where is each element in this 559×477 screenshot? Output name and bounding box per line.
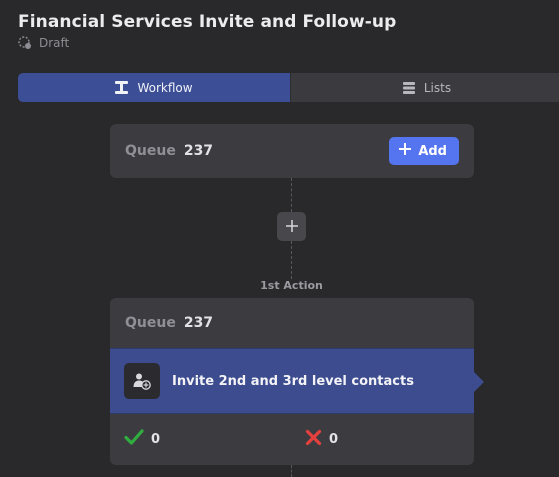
tab-workflow[interactable]: Workflow <box>18 73 290 102</box>
view-tabs: Workflow Lists <box>18 73 559 102</box>
plus-icon <box>285 217 298 236</box>
tab-workflow-label: Workflow <box>137 80 193 95</box>
checkmark-icon <box>124 429 144 449</box>
tab-lists[interactable]: Lists <box>290 73 559 102</box>
action-card: Queue 237 Invite 2nd and 3rd level conta… <box>110 298 484 465</box>
queue-row: Queue 237 Add <box>110 124 474 178</box>
action-step-label: 1st Action <box>220 279 363 292</box>
add-button[interactable]: Add <box>389 137 459 165</box>
page-title: Financial Services Invite and Follow-up <box>18 12 397 32</box>
action-results: 0 0 <box>110 414 474 464</box>
queue-count: 237 <box>183 143 214 159</box>
add-button-label: Add <box>418 143 447 159</box>
failure-count: 0 <box>329 431 339 447</box>
tab-lists-label: Lists <box>423 80 452 95</box>
plus-icon <box>399 143 412 159</box>
connector-line <box>291 465 292 477</box>
cross-icon <box>305 429 322 450</box>
insert-step-button[interactable] <box>277 212 306 241</box>
failure-result[interactable]: 0 <box>305 429 338 450</box>
connector-line <box>291 178 292 212</box>
connector-line <box>291 241 292 279</box>
person-add-icon <box>124 363 160 399</box>
status-indicator: Draft <box>18 36 69 50</box>
queue-card: Queue 237 Add <box>110 124 474 178</box>
queue-label: Queue <box>125 315 176 331</box>
workflow-icon <box>115 81 129 94</box>
action-queue-row: Queue 237 <box>110 298 474 348</box>
draft-icon <box>18 36 32 50</box>
success-result[interactable]: 0 <box>124 429 160 449</box>
action-step[interactable]: Invite 2nd and 3rd level contacts <box>110 348 484 414</box>
queue-label: Queue <box>125 143 176 159</box>
queue-count: 237 <box>183 315 214 331</box>
list-icon <box>402 81 415 94</box>
success-count: 0 <box>151 431 161 447</box>
workflow-page: Financial Services Invite and Follow-up … <box>0 0 559 477</box>
action-title: Invite 2nd and 3rd level contacts <box>172 373 414 389</box>
status-text: Draft <box>39 36 70 50</box>
